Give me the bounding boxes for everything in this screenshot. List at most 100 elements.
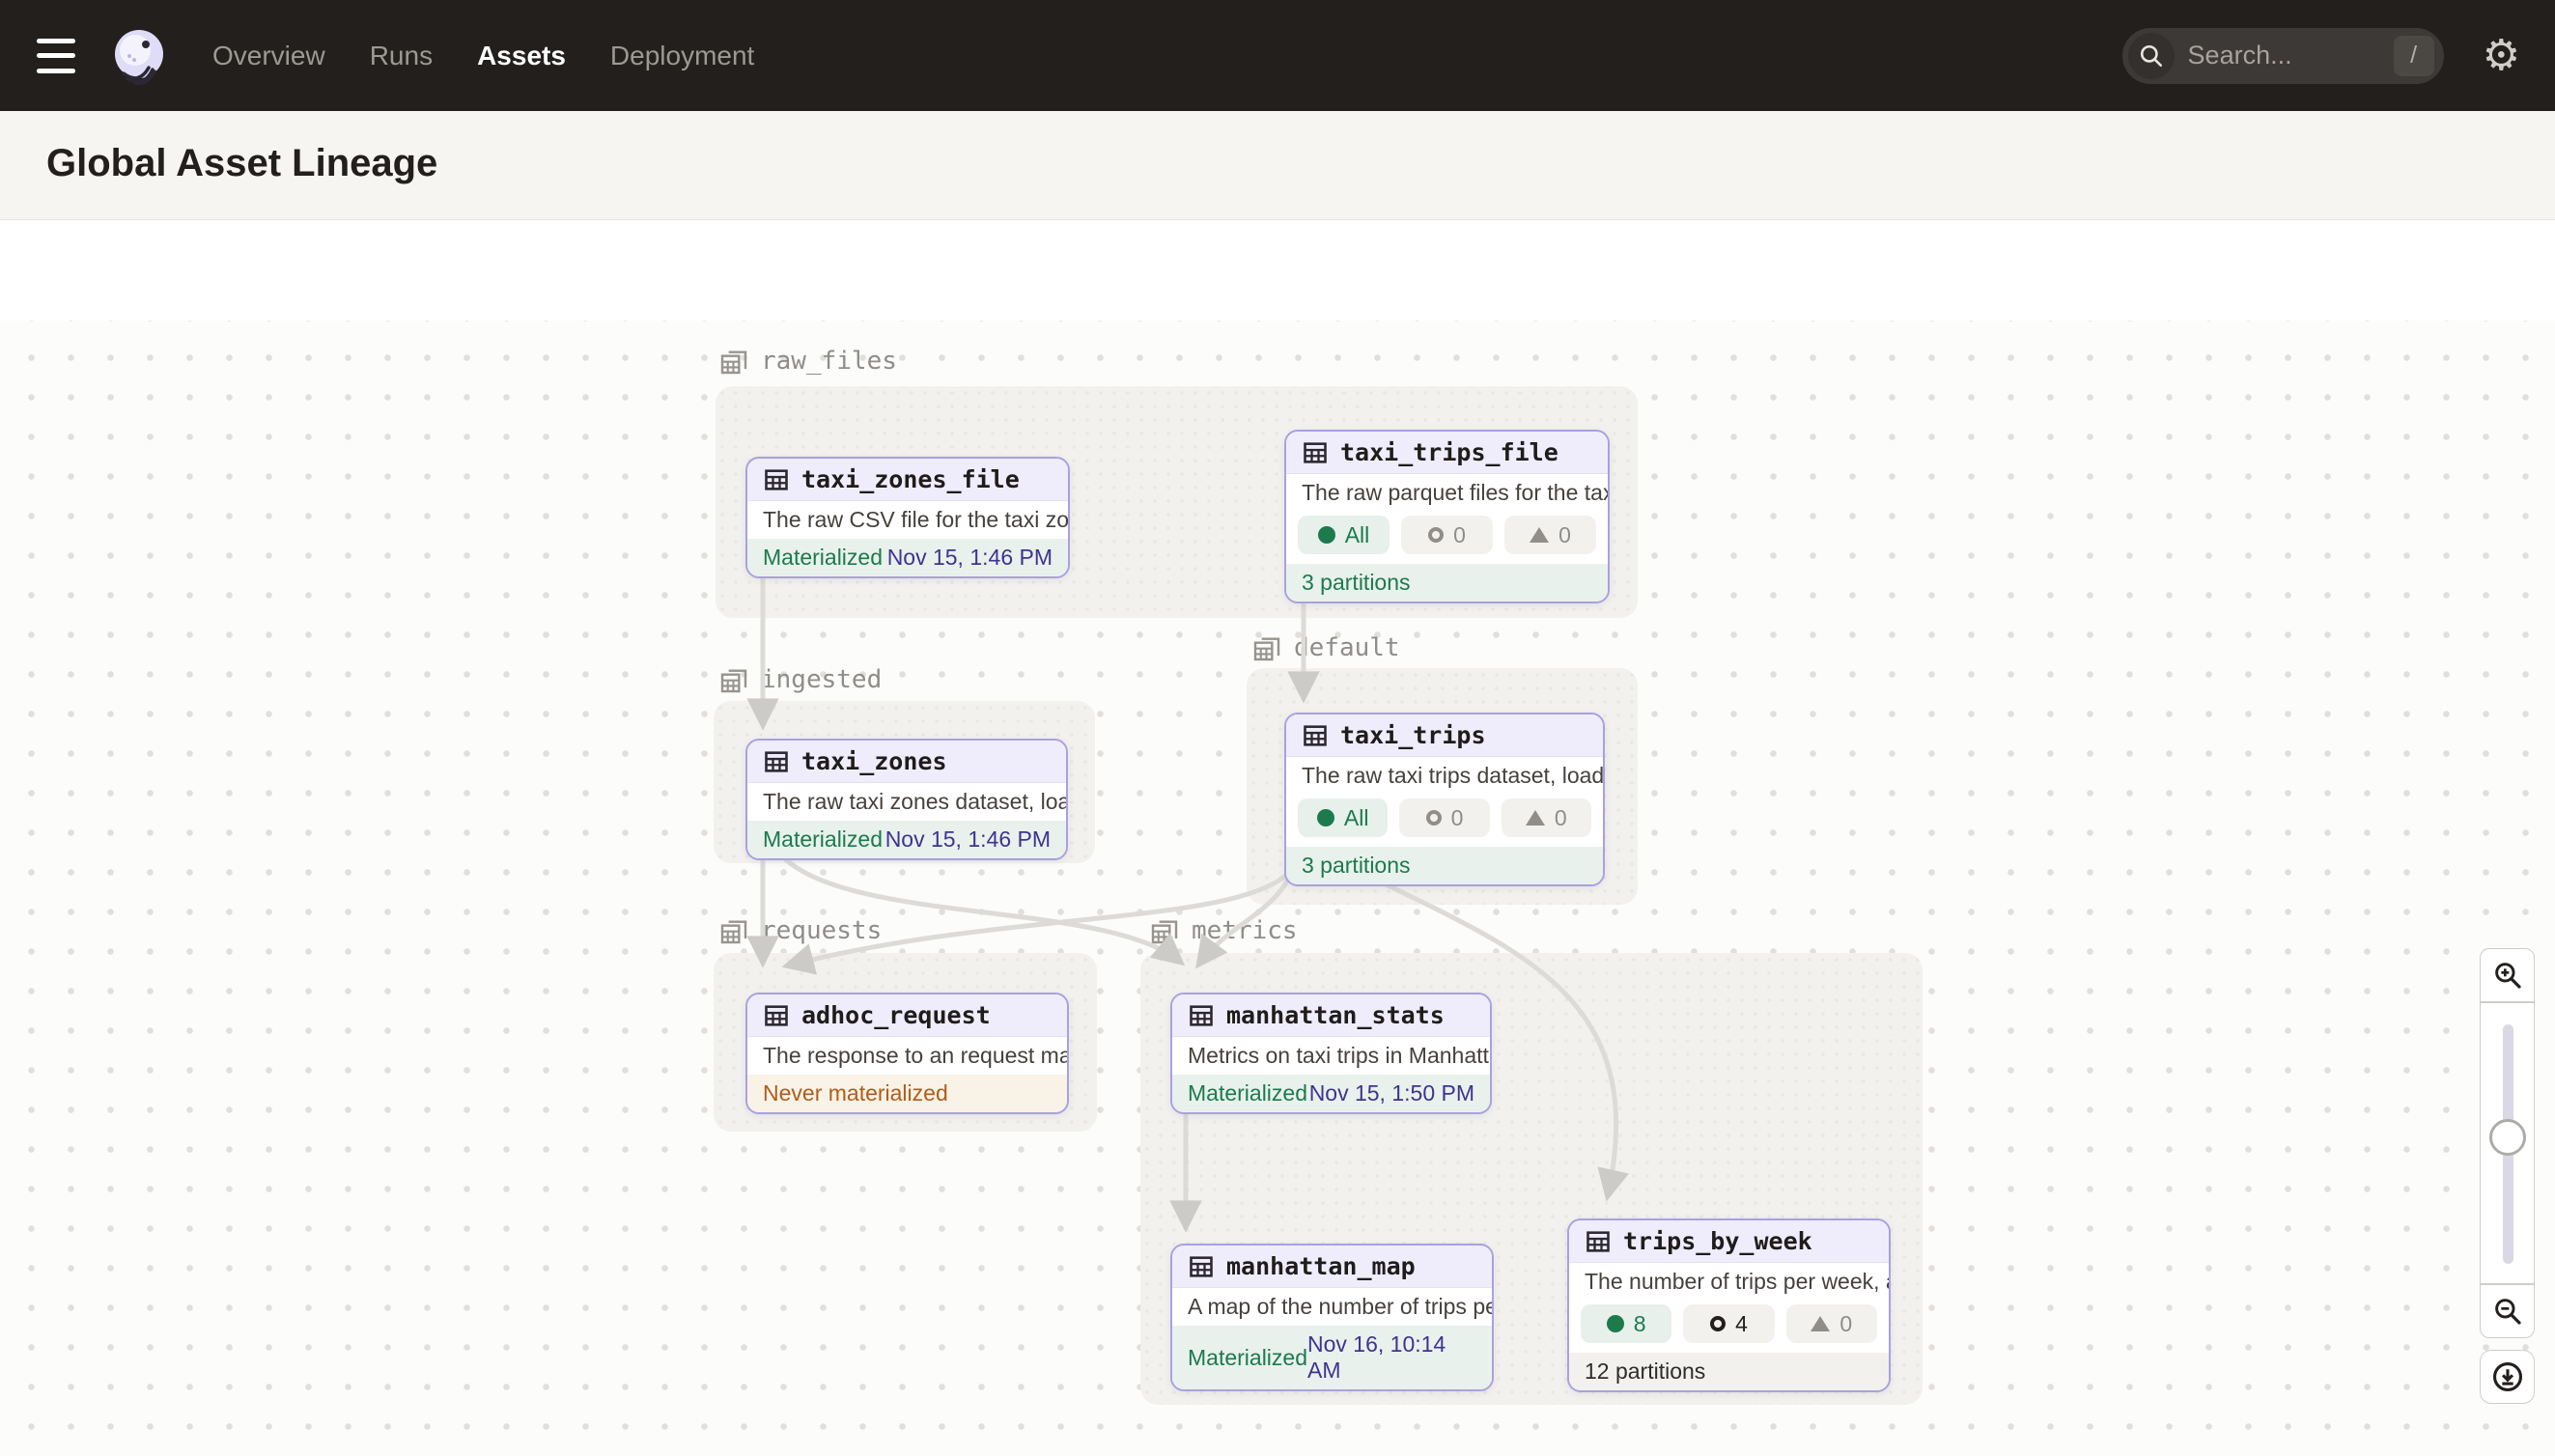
- nav-item-assets[interactable]: Assets: [477, 41, 566, 71]
- zoom-out-icon: [2492, 1296, 2523, 1327]
- asset-node-adhoc-request[interactable]: adhoc_request The response to an request…: [745, 993, 1069, 1114]
- asset-node-taxi-trips-file[interactable]: taxi_trips_file The raw parquet files fo…: [1284, 430, 1610, 603]
- zoom-out-button[interactable]: [2480, 1284, 2535, 1338]
- search-shortcut-badge: /: [2394, 36, 2434, 76]
- failed-ring-icon: [1426, 810, 1442, 826]
- nav-item-overview[interactable]: Overview: [212, 41, 325, 71]
- partitions-count: 12 partitions: [1585, 1358, 1705, 1385]
- group-label-metrics[interactable]: metrics: [1149, 915, 1298, 946]
- dagster-app: Overview Runs Assets Deployment Search..…: [0, 0, 2555, 1456]
- asset-name: manhattan_map: [1226, 1252, 1416, 1280]
- failed-ring-icon: [1710, 1316, 1726, 1331]
- group-label-text: metrics: [1192, 916, 1298, 945]
- table-icon: [1585, 1228, 1612, 1255]
- table-icon: [1302, 722, 1329, 749]
- partitions-missing-pill: 0: [1502, 798, 1591, 837]
- partitions-materialized-pill: 8: [1581, 1304, 1671, 1343]
- search-input[interactable]: Search... /: [2122, 28, 2444, 84]
- asset-description: The raw parquet files for the taxi trips…: [1286, 474, 1608, 512]
- group-label-text: requests: [761, 916, 882, 945]
- zoom-slider-thumb[interactable]: [2489, 1119, 2526, 1156]
- zoom-slider-track[interactable]: [2503, 1024, 2513, 1264]
- partitions-missing-pill: 0: [1504, 516, 1596, 554]
- hamburger-menu-icon[interactable]: [37, 39, 79, 73]
- group-label-raw-files[interactable]: raw_files: [718, 346, 897, 377]
- materialization-time: Nov 15, 1:46 PM: [885, 826, 1051, 853]
- partitions-failed-pill: 0: [1399, 798, 1489, 837]
- group-layers-icon: [1149, 915, 1180, 946]
- materialized-dot-icon: [1317, 809, 1334, 826]
- status-badge: Never materialized: [763, 1080, 948, 1106]
- materialized-dot-icon: [1318, 526, 1335, 544]
- asset-name: taxi_trips: [1340, 721, 1486, 749]
- primary-nav: Overview Runs Assets Deployment: [212, 41, 754, 71]
- partitions-materialized-pill: All: [1298, 516, 1390, 554]
- status-badge: Materialized: [1188, 1345, 1307, 1371]
- asset-node-taxi-trips[interactable]: taxi_trips The raw taxi trips dataset, l…: [1284, 713, 1605, 886]
- group-label-requests[interactable]: requests: [718, 915, 882, 946]
- table-icon: [1188, 1253, 1215, 1280]
- asset-name: adhoc_request: [801, 1001, 991, 1029]
- download-image-button[interactable]: [2480, 1350, 2535, 1404]
- materialization-time: Nov 15, 1:50 PM: [1309, 1080, 1474, 1106]
- asset-name: taxi_zones: [801, 747, 947, 775]
- asset-description: Metrics on taxi trips in Manhattan: [1172, 1037, 1490, 1075]
- table-icon: [1188, 1002, 1215, 1029]
- group-label-ingested[interactable]: ingested: [718, 664, 882, 695]
- partitions-count: 3 partitions: [1302, 853, 1411, 879]
- download-icon: [2491, 1360, 2524, 1393]
- asset-node-taxi-zones-file[interactable]: taxi_zones_file The raw CSV file for the…: [745, 457, 1070, 578]
- table-icon: [763, 1002, 790, 1029]
- partitions-failed-pill: 4: [1683, 1304, 1774, 1343]
- table-icon: [1302, 439, 1329, 466]
- asset-name: manhattan_stats: [1226, 1001, 1445, 1029]
- partitions-count: 3 partitions: [1302, 570, 1411, 596]
- group-label-text: ingested: [761, 665, 882, 694]
- zoom-slider[interactable]: [2480, 1002, 2535, 1284]
- missing-triangle-icon: [1530, 527, 1549, 543]
- group-layers-icon: [718, 664, 749, 695]
- settings-gear-icon[interactable]: ⚙: [2483, 35, 2520, 77]
- lineage-toolbar: Filter Type an asset subset... (ex: ++ad…: [0, 220, 2555, 321]
- asset-node-trips-by-week[interactable]: trips_by_week The number of trips per we…: [1567, 1218, 1891, 1392]
- materialization-time: Nov 16, 10:14 AM: [1307, 1331, 1476, 1384]
- dagster-logo-icon[interactable]: [110, 27, 168, 85]
- asset-name: taxi_zones_file: [801, 465, 1020, 493]
- missing-triangle-icon: [1526, 810, 1545, 826]
- partitions-materialized-pill: All: [1298, 798, 1388, 837]
- page-title: Global Asset Lineage: [46, 142, 437, 185]
- asset-node-taxi-zones[interactable]: taxi_zones The raw taxi zones dataset, l…: [745, 739, 1068, 860]
- group-label-text: default: [1294, 633, 1400, 662]
- asset-description: A map of the number of trips per taxi z.…: [1172, 1288, 1492, 1326]
- asset-name: taxi_trips_file: [1340, 438, 1558, 466]
- group-layers-icon: [1251, 632, 1282, 663]
- page-header: Global Asset Lineage Reload definitions: [0, 111, 2555, 220]
- asset-description: The raw taxi trips dataset, loaded into …: [1286, 757, 1603, 795]
- missing-triangle-icon: [1811, 1316, 1830, 1331]
- table-icon: [763, 748, 790, 775]
- zoom-in-button[interactable]: [2480, 948, 2535, 1002]
- asset-name: trips_by_week: [1623, 1227, 1812, 1255]
- nav-item-deployment[interactable]: Deployment: [610, 41, 754, 71]
- group-label-default[interactable]: default: [1251, 632, 1400, 663]
- failed-ring-icon: [1428, 527, 1444, 543]
- top-navbar: Overview Runs Assets Deployment Search..…: [0, 0, 2555, 111]
- group-layers-icon: [718, 346, 749, 377]
- asset-description: The number of trips per week, aggreg...: [1569, 1263, 1889, 1301]
- partitions-missing-pill: 0: [1786, 1304, 1877, 1343]
- status-badge: Materialized: [1188, 1080, 1307, 1106]
- asset-description: The response to an request made in th...: [747, 1037, 1067, 1075]
- asset-description: The raw taxi zones dataset, loaded int..…: [747, 783, 1066, 821]
- table-icon: [763, 466, 790, 493]
- partitions-failed-pill: 0: [1401, 516, 1493, 554]
- nav-item-runs[interactable]: Runs: [370, 41, 433, 71]
- materialized-dot-icon: [1607, 1315, 1624, 1332]
- group-label-text: raw_files: [761, 347, 897, 376]
- group-layers-icon: [718, 915, 749, 946]
- asset-node-manhattan-stats[interactable]: manhattan_stats Metrics on taxi trips in…: [1170, 993, 1492, 1114]
- materialization-time: Nov 15, 1:46 PM: [887, 545, 1053, 571]
- asset-node-manhattan-map[interactable]: manhattan_map A map of the number of tri…: [1170, 1244, 1494, 1391]
- status-badge: Materialized: [763, 826, 883, 853]
- asset-description: The raw CSV file for the taxi zones dat.…: [747, 501, 1068, 539]
- search-placeholder: Search...: [2188, 41, 2292, 70]
